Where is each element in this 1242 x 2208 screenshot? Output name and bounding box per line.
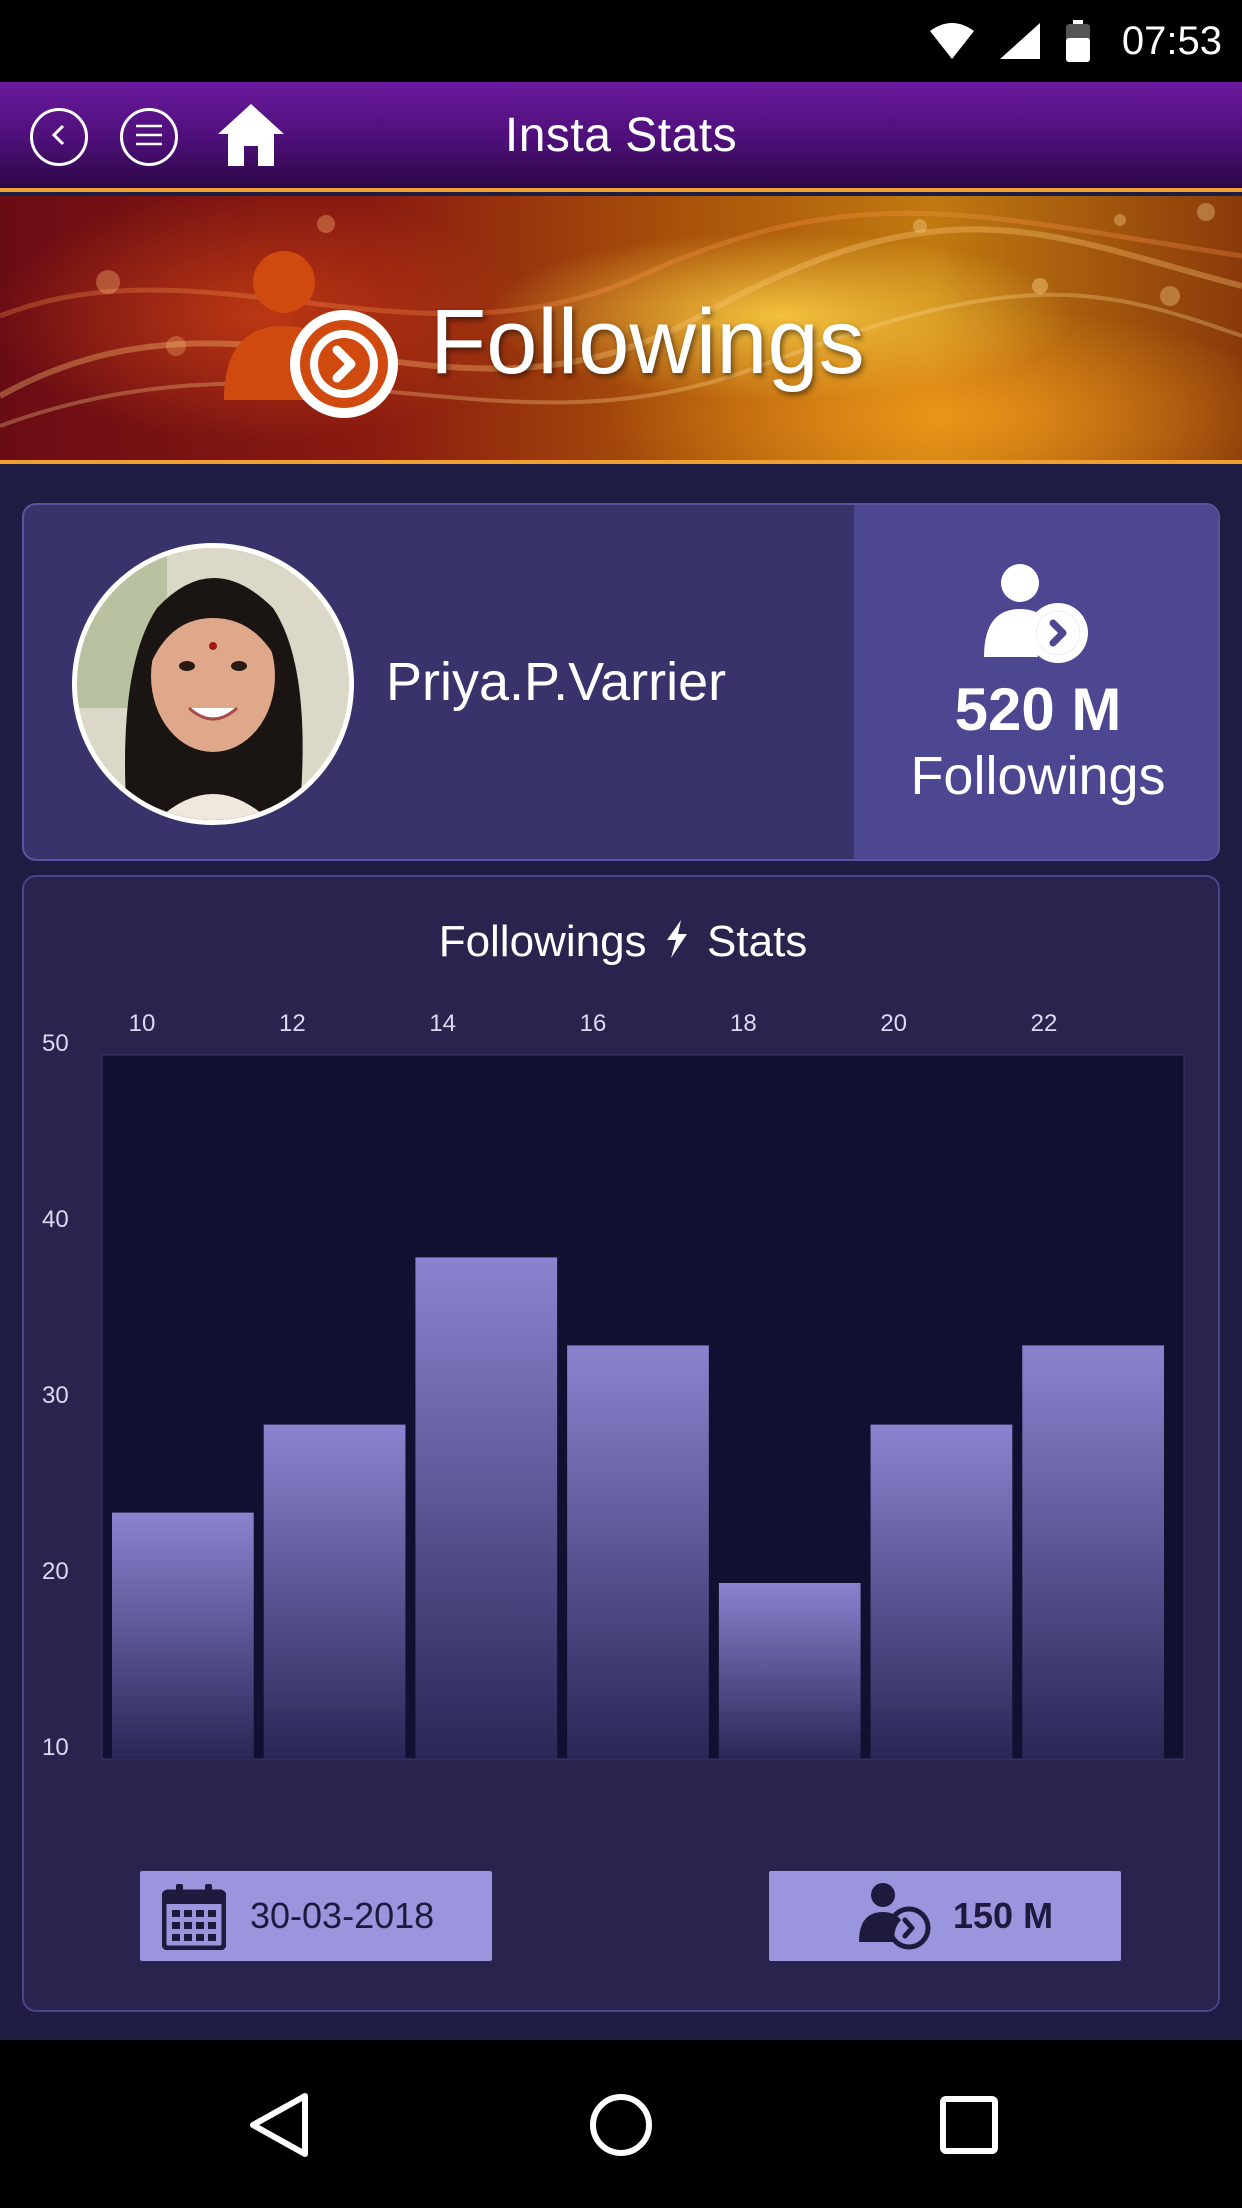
following-user-icon	[982, 563, 1092, 672]
x-tick-label: 14	[429, 1010, 456, 1037]
followings-count: 520 M	[954, 676, 1122, 743]
chart-title-right: Stats	[707, 917, 808, 966]
chart-card: 50 40 30 20 10 10 12 14 16 18 20 22 Followings Stat…	[22, 875, 1220, 2012]
x-tick-label: 20	[880, 1010, 907, 1037]
battery-icon	[1065, 20, 1090, 62]
chart-title-left: Followings	[438, 917, 647, 966]
x-tick-label: 10	[129, 1010, 156, 1037]
square-recents-icon	[939, 2095, 999, 2160]
y-tick-label: 10	[42, 1734, 69, 1761]
avatar	[72, 543, 354, 825]
x-tick-label: 16	[580, 1010, 607, 1037]
calendar-icon	[162, 1882, 226, 1950]
banner-title: Followings	[430, 291, 865, 393]
status-bar: 07:53	[0, 0, 1242, 82]
count-text: 150 M	[953, 1895, 1054, 1936]
following-user-icon	[222, 250, 402, 427]
date-button[interactable]: 30-03-2018	[140, 1871, 492, 1961]
x-tick-label: 22	[1031, 1010, 1058, 1037]
bolt-icon	[665, 919, 689, 969]
bar-16	[567, 1345, 709, 1759]
y-tick-label: 40	[42, 1206, 69, 1233]
wifi-icon	[929, 23, 974, 59]
followings-stat-panel: 520 M Followings	[854, 505, 1218, 859]
followings-label: Followings	[910, 746, 1166, 806]
x-tick-label: 12	[279, 1010, 306, 1037]
following-user-icon	[859, 1882, 931, 1950]
bar-14	[415, 1257, 558, 1759]
date-text: 30-03-2018	[250, 1895, 435, 1936]
x-tick-label: 18	[730, 1010, 757, 1037]
signal-icon	[999, 23, 1040, 59]
bar-20	[870, 1424, 1013, 1759]
app-header: Insta Stats	[0, 82, 1242, 192]
app-title: Insta Stats	[504, 109, 738, 162]
app-screen: 07:53 Insta Stats Followings Priya.P.Var…	[0, 0, 1242, 2208]
profile-card: Priya.P.Varrier 520 M Followings	[22, 503, 1220, 861]
chart-title: Followings Stats	[24, 917, 1222, 969]
nav-recents-button[interactable]	[936, 2094, 1002, 2160]
followings-count-button[interactable]: 150 M	[769, 1871, 1121, 1961]
bar-22	[1022, 1345, 1164, 1759]
nav-back-button[interactable]	[246, 2092, 312, 2163]
nav-home-button[interactable]	[588, 2092, 654, 2163]
y-tick-label: 30	[42, 1382, 69, 1409]
followings-chart: 50 40 30 20 10 10 12 14 16 18 20 22	[42, 1010, 1185, 1761]
bar-12	[263, 1424, 406, 1759]
status-time: 07:53	[1121, 18, 1222, 63]
triangle-back-icon	[247, 2092, 311, 2163]
circle-home-icon	[588, 2092, 654, 2163]
profile-name: Priya.P.Varrier	[386, 652, 727, 712]
bar-10	[112, 1512, 254, 1759]
y-tick-label: 50	[42, 1030, 69, 1057]
bar-18	[718, 1583, 861, 1759]
navigation-bar	[0, 2040, 1242, 2208]
y-tick-label: 20	[42, 1558, 69, 1585]
